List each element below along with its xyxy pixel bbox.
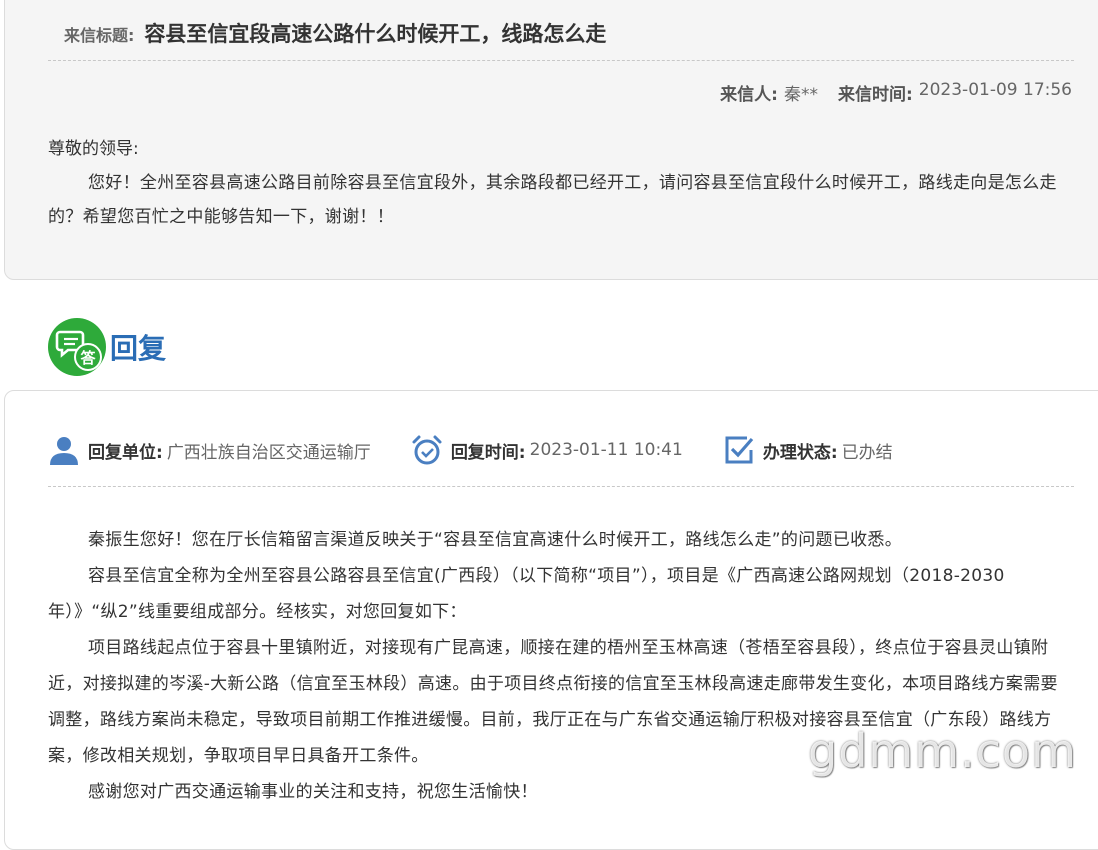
sender-value: 秦**: [783, 85, 818, 105]
reply-paragraph: 秦振生您好！您在厅长信箱留言渠道反映关于“容县至信宜高速什么时候开工，路线怎么走…: [88, 530, 903, 550]
letter-title-label: 来信标题:: [64, 26, 135, 45]
reply-title: 回复: [110, 332, 167, 365]
reply-unit: 回复单位: 广西壮族自治区交通运输厅: [48, 434, 371, 466]
alarm-clock-icon: [412, 435, 442, 465]
reply-status-label: 办理状态:: [762, 442, 838, 463]
letter-time-label: 来信时间:: [837, 85, 913, 105]
reply-unit-label: 回复单位:: [88, 442, 163, 463]
reply-unit-value: 广西壮族自治区交通运输厅: [166, 442, 371, 463]
reply-paragraph: 容县至信宜全称为全州至容县公路容县至信宜(广西段）（以下简称“项目”），项目是《…: [48, 566, 1005, 622]
reply-icon-char: 答: [80, 349, 96, 367]
reply-heading: 答 回复: [48, 318, 166, 376]
checkbox-icon: [725, 436, 754, 464]
letter-title-row: 来信标题: 容县至信宜段高速公路什么时候开工，线路怎么走: [64, 18, 606, 52]
reply-time-value: 2023-01-11 10:41: [529, 440, 683, 460]
user-icon: [50, 437, 78, 465]
letter-body: 您好！全州至容县高速公路目前除容县至信宜段外，其余路段都已经开工，请问容县至信宜…: [48, 173, 1057, 227]
letter-greeting: 尊敬的领导:: [48, 139, 139, 159]
divider: [48, 60, 1074, 61]
reply-paragraph: 感谢您对广西交通运输事业的关注和支持，祝您生活愉快！: [88, 782, 538, 802]
letter-meta: 来信人: 秦** 来信时间: 2023-01-09 17:56: [720, 80, 1072, 105]
reply-time: 回复时间: 2023-01-11 10:41: [411, 434, 683, 466]
reply-info-row: 回复单位: 广西壮族自治区交通运输厅 回复时间: 2023-01-11 10:4…: [48, 432, 933, 468]
reply-status-value: 已办结: [841, 442, 893, 463]
reply-status: 办理状态: 已办结: [723, 434, 893, 466]
divider: [48, 486, 1074, 487]
watermark: gdmm.com: [808, 724, 1077, 778]
chat-answer-icon: 答: [48, 318, 106, 376]
sender-label: 来信人:: [720, 85, 778, 105]
letter-title: 容县至信宜段高速公路什么时候开工，线路怎么走: [144, 22, 607, 46]
letter-time-value: 2023-01-09 17:56: [918, 80, 1072, 100]
reply-time-label: 回复时间:: [450, 442, 526, 463]
